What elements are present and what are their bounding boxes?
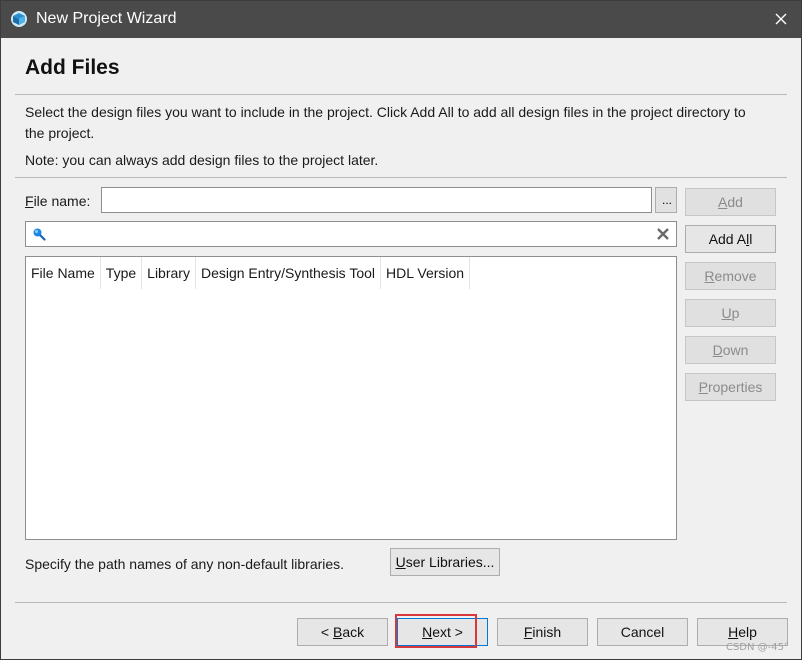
window-title: New Project Wizard — [36, 10, 177, 27]
search-icon — [33, 228, 46, 241]
user-libraries-button[interactable]: User Libraries... — [390, 548, 500, 576]
properties-button[interactable]: Properties — [685, 373, 776, 401]
remove-button[interactable]: Remove — [685, 262, 776, 290]
column-header-library[interactable]: Library — [142, 257, 196, 289]
watermark: CSDN @-45° — [725, 642, 789, 653]
browse-button[interactable]: ... — [655, 187, 677, 213]
add-all-button[interactable]: Add All — [685, 225, 776, 253]
libraries-description: Specify the path names of any non-defaul… — [25, 556, 345, 572]
column-header-type[interactable]: Type — [101, 257, 143, 289]
add-button[interactable]: Add — [685, 188, 776, 216]
close-icon[interactable] — [771, 9, 791, 29]
column-header-file-name[interactable]: File Name — [26, 257, 101, 289]
table-header: File Name Type Library Design Entry/Synt… — [26, 257, 471, 289]
finish-button[interactable]: Finish — [497, 618, 588, 646]
down-button[interactable]: Down — [685, 336, 776, 364]
page-description: Select the design files you want to incl… — [25, 104, 746, 141]
cancel-button[interactable]: Cancel — [597, 618, 688, 646]
file-name-input[interactable] — [101, 187, 652, 213]
title-bar: New Project Wizard — [1, 1, 801, 38]
column-header-hdl-version[interactable]: HDL Version — [381, 257, 471, 289]
files-table[interactable]: File Name Type Library Design Entry/Synt… — [25, 256, 677, 540]
content-divider — [15, 177, 787, 178]
up-button[interactable]: Up — [685, 299, 776, 327]
clear-search-icon[interactable] — [655, 226, 671, 242]
header-divider — [15, 94, 787, 95]
wizard-window: New Project Wizard Add Files Select the … — [0, 0, 802, 660]
footer-divider — [15, 602, 787, 603]
back-button[interactable]: < Back — [297, 618, 388, 646]
next-button[interactable]: Next > — [397, 618, 488, 646]
search-box[interactable] — [25, 221, 677, 247]
file-name-label: File name: — [25, 193, 91, 209]
column-header-design-entry-tool[interactable]: Design Entry/Synthesis Tool — [196, 257, 382, 289]
page-title: Add Files — [25, 56, 120, 79]
quartus-app-icon — [11, 11, 27, 27]
search-input[interactable] — [52, 224, 646, 246]
page-note: Note: you can always add design files to… — [25, 152, 379, 168]
